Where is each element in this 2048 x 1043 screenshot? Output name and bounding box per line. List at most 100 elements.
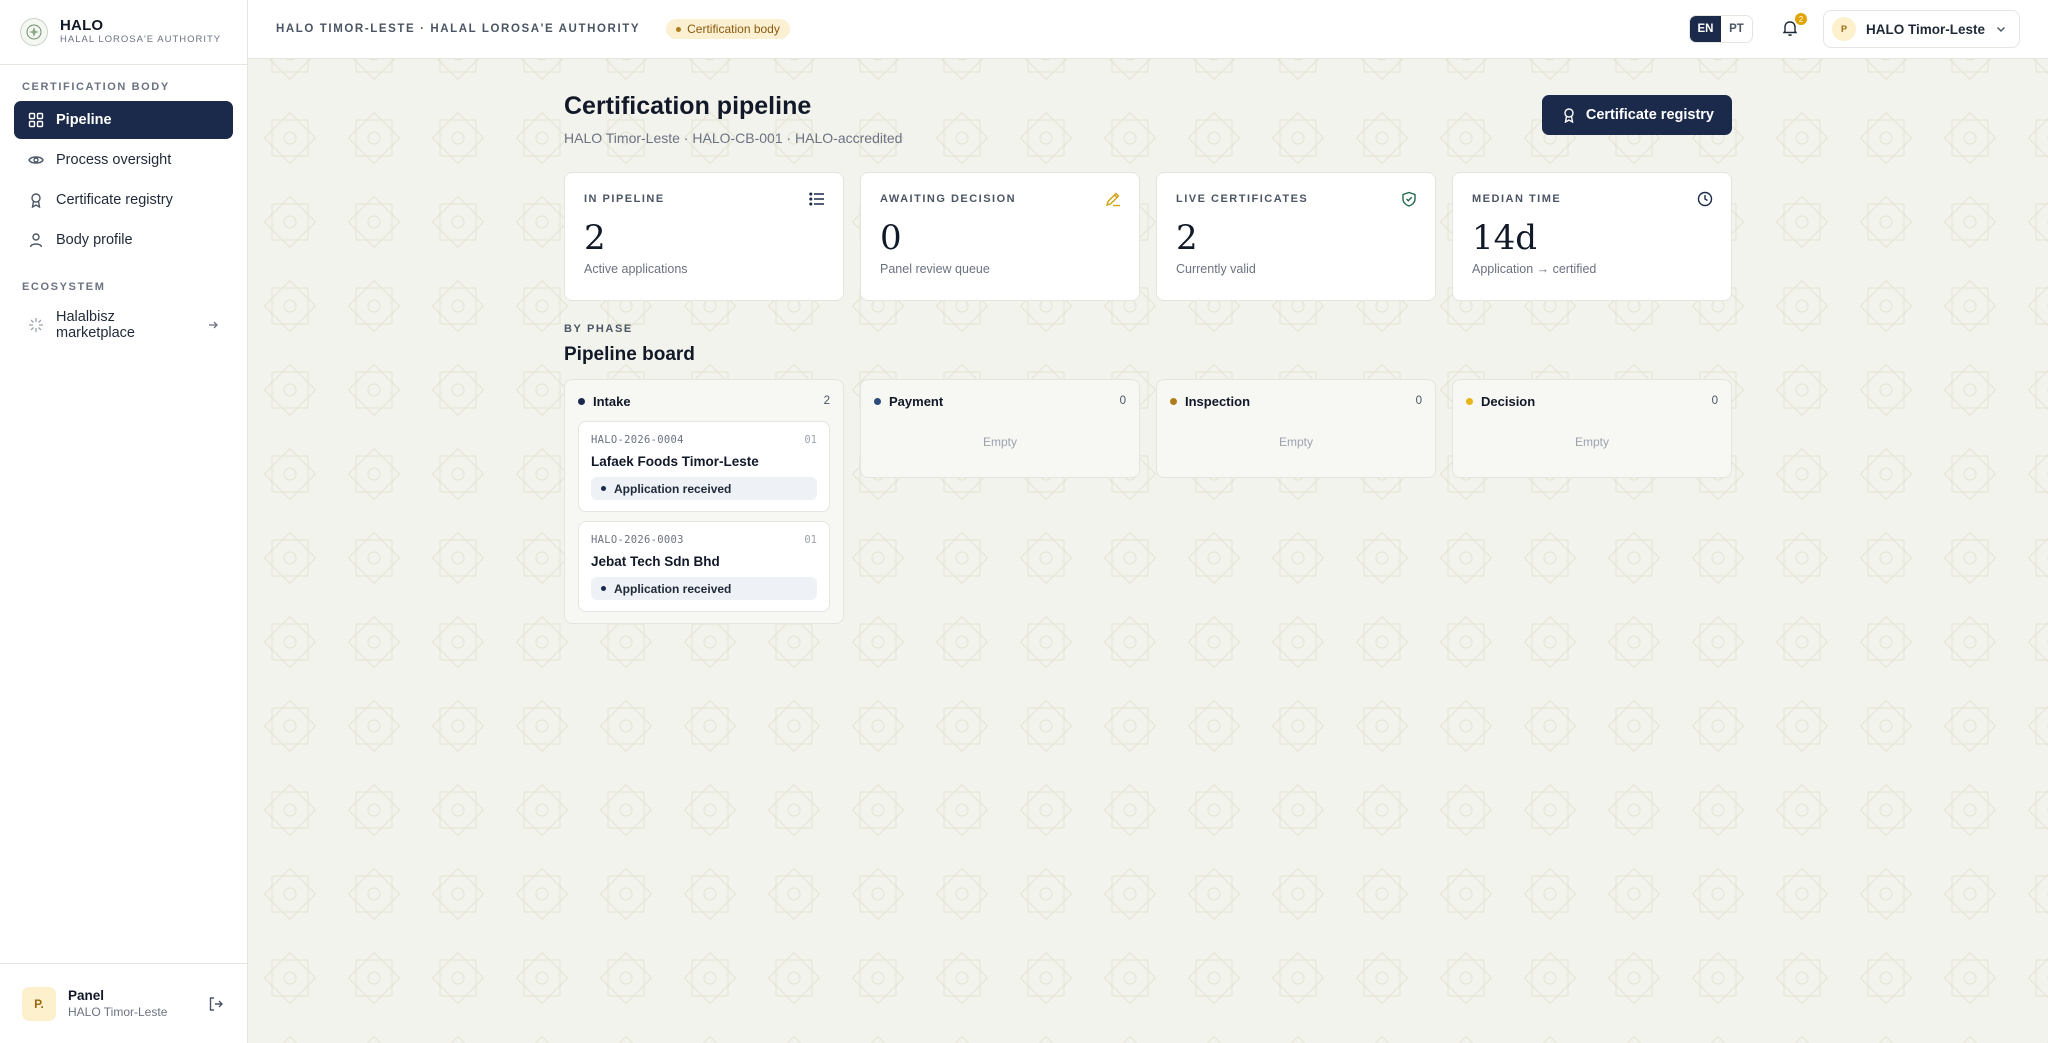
breadcrumb: HALO TIMOR-LESTE · HALAL LOROSA'E AUTHOR… bbox=[276, 23, 641, 35]
stat-label: MEDIAN TIME bbox=[1472, 193, 1562, 205]
board-column-payment: Payment 0 Empty bbox=[860, 379, 1140, 478]
phase-label: BY PHASE bbox=[564, 323, 633, 335]
column-header: Payment 0 bbox=[874, 393, 1126, 409]
pencil-icon bbox=[1105, 192, 1120, 207]
status-badge: Application received bbox=[591, 477, 817, 500]
main-area: HALO TIMOR-LESTE · HALAL LOROSA'E AUTHOR… bbox=[248, 0, 2048, 1043]
footer-user-org: HALO Timor-Leste bbox=[68, 1005, 168, 1019]
notifications-button[interactable]: 2 bbox=[1781, 13, 1807, 39]
stat-card-live-certificates: LIVE CERTIFICATES 2 Currently valid bbox=[1156, 172, 1436, 301]
column-count: 0 bbox=[1119, 395, 1126, 407]
board-column-inspection: Inspection 0 Empty bbox=[1156, 379, 1436, 478]
logout-icon[interactable] bbox=[207, 995, 225, 1013]
stat-card-median-time: MEDIAN TIME 14d Application → certified bbox=[1452, 172, 1732, 301]
stat-label: IN PIPELINE bbox=[584, 193, 665, 205]
notification-count-badge: 2 bbox=[1794, 13, 1807, 25]
sidebar-item-pipeline[interactable]: Pipeline bbox=[14, 101, 233, 139]
page-content: Certification pipeline HALO Timor-Leste … bbox=[248, 92, 2048, 624]
arrow-right-icon bbox=[209, 321, 218, 329]
sidebar-item-label: Certificate registry bbox=[56, 192, 173, 208]
stats-row: IN PIPELINE 2 Active applications AWAITI… bbox=[564, 172, 1732, 301]
column-header: Inspection 0 bbox=[1170, 393, 1422, 409]
application-card[interactable]: HALO-2026-0004 01 Lafaek Foods Timor-Les… bbox=[578, 421, 830, 512]
stat-card-in-pipeline: IN PIPELINE 2 Active applications bbox=[564, 172, 844, 301]
stat-caption: Panel review queue bbox=[880, 262, 990, 276]
empty-state: Empty bbox=[1278, 435, 1313, 449]
brand-logo-icon bbox=[20, 18, 48, 46]
status-label: Application received bbox=[614, 581, 732, 596]
sidebar: HALO HALAL LOROSA'E AUTHORITY CERTIFICAT… bbox=[0, 0, 248, 1043]
phase-dot bbox=[1466, 397, 1473, 405]
applicant-name: Lafaek Foods Timor-Leste bbox=[591, 454, 759, 469]
phase-dot bbox=[1170, 397, 1177, 405]
empty-state: Empty bbox=[1574, 435, 1609, 449]
language-switcher: EN PT bbox=[1688, 15, 1753, 43]
shield-check-icon bbox=[1402, 191, 1416, 207]
application-id: HALO-2026-0004 bbox=[591, 434, 684, 446]
user-icon bbox=[29, 233, 43, 248]
status-dot bbox=[601, 486, 606, 491]
section-label-certification-body: CERTIFICATION BODY bbox=[22, 81, 170, 93]
stat-value: 2 bbox=[1176, 218, 1198, 258]
avatar: P bbox=[1831, 17, 1856, 41]
column-header: Decision 0 bbox=[1466, 393, 1718, 409]
role-badge: Certification body bbox=[666, 19, 790, 39]
account-menu[interactable]: P HALO Timor-Leste bbox=[1822, 10, 2020, 48]
eye-icon bbox=[28, 156, 44, 164]
avatar: P. bbox=[22, 986, 56, 1021]
account-name: HALO Timor-Leste bbox=[1865, 21, 1985, 37]
board-column-decision: Decision 0 Empty bbox=[1452, 379, 1732, 478]
sidebar-item-body-profile[interactable]: Body profile bbox=[14, 221, 233, 259]
column-count: 0 bbox=[1711, 395, 1718, 407]
application-card[interactable]: HALO-2026-0003 01 Jebat Tech Sdn Bhd App… bbox=[578, 521, 830, 612]
award-icon bbox=[1564, 108, 1574, 123]
badge-dot bbox=[676, 26, 682, 32]
sidebar-item-label-line2: marketplace bbox=[56, 325, 135, 341]
clock-icon bbox=[1697, 191, 1713, 207]
stat-label: LIVE CERTIFICATES bbox=[1176, 193, 1309, 205]
list-icon bbox=[809, 192, 824, 206]
section-label-ecosystem: ECOSYSTEM bbox=[22, 281, 106, 293]
lang-option-en[interactable]: EN bbox=[1689, 16, 1721, 42]
certificate-registry-button[interactable]: Certificate registry bbox=[1541, 95, 1732, 135]
lang-option-pt[interactable]: PT bbox=[1721, 16, 1752, 42]
sidebar-item-certificate-registry[interactable]: Certificate registry bbox=[14, 181, 233, 219]
sidebar-item-process-oversight[interactable]: Process oversight bbox=[14, 141, 233, 179]
topbar: HALO TIMOR-LESTE · HALAL LOROSA'E AUTHOR… bbox=[248, 0, 2048, 59]
stat-value: 14d bbox=[1472, 218, 1538, 258]
footer-user-name: Panel bbox=[68, 988, 105, 1003]
grid-icon bbox=[28, 112, 44, 128]
brand-subtitle: HALAL LOROSA'E AUTHORITY bbox=[60, 34, 222, 45]
brand[interactable]: HALO HALAL LOROSA'E AUTHORITY bbox=[0, 0, 247, 65]
application-step: 01 bbox=[804, 434, 817, 446]
award-icon bbox=[31, 193, 41, 208]
status-dot bbox=[601, 586, 606, 591]
column-title: Inspection bbox=[1185, 393, 1251, 409]
stat-caption: Active applications bbox=[584, 262, 688, 276]
sidebar-item-label: Body profile bbox=[56, 232, 133, 248]
application-step: 01 bbox=[804, 534, 817, 546]
sidebar-item-halalbisz-marketplace[interactable]: Halalbisz marketplace bbox=[14, 301, 233, 349]
stat-caption: Application → certified bbox=[1472, 262, 1597, 276]
pipeline-board: Intake 2 HALO-2026-0004 01 Lafaek Foods … bbox=[564, 379, 1732, 624]
board-title: Pipeline board bbox=[564, 344, 695, 365]
sidebar-item-label: Process oversight bbox=[56, 152, 172, 168]
application-id: HALO-2026-0003 bbox=[591, 534, 684, 546]
role-badge-label: Certification body bbox=[687, 22, 780, 36]
sparkle-icon bbox=[29, 318, 43, 332]
applicant-name: Jebat Tech Sdn Bhd bbox=[591, 554, 720, 569]
status-label: Application received bbox=[614, 481, 732, 496]
stat-label: AWAITING DECISION bbox=[880, 193, 1017, 205]
column-count: 0 bbox=[1415, 395, 1422, 407]
board-column-intake: Intake 2 HALO-2026-0004 01 Lafaek Foods … bbox=[564, 379, 844, 624]
page-subtitle: HALO Timor-Leste · HALO-CB-001 · HALO-ac… bbox=[564, 130, 903, 146]
chevron-down-icon bbox=[1997, 27, 2005, 32]
stat-value: 2 bbox=[584, 218, 606, 258]
sidebar-item-label: Halalbisz bbox=[56, 309, 115, 325]
column-title: Intake bbox=[593, 393, 631, 409]
stat-value: 0 bbox=[880, 218, 902, 258]
status-badge: Application received bbox=[591, 577, 817, 600]
column-count: 2 bbox=[823, 395, 830, 407]
stat-card-awaiting-decision: AWAITING DECISION 0 Panel review queue bbox=[860, 172, 1140, 301]
column-title: Decision bbox=[1481, 393, 1536, 409]
